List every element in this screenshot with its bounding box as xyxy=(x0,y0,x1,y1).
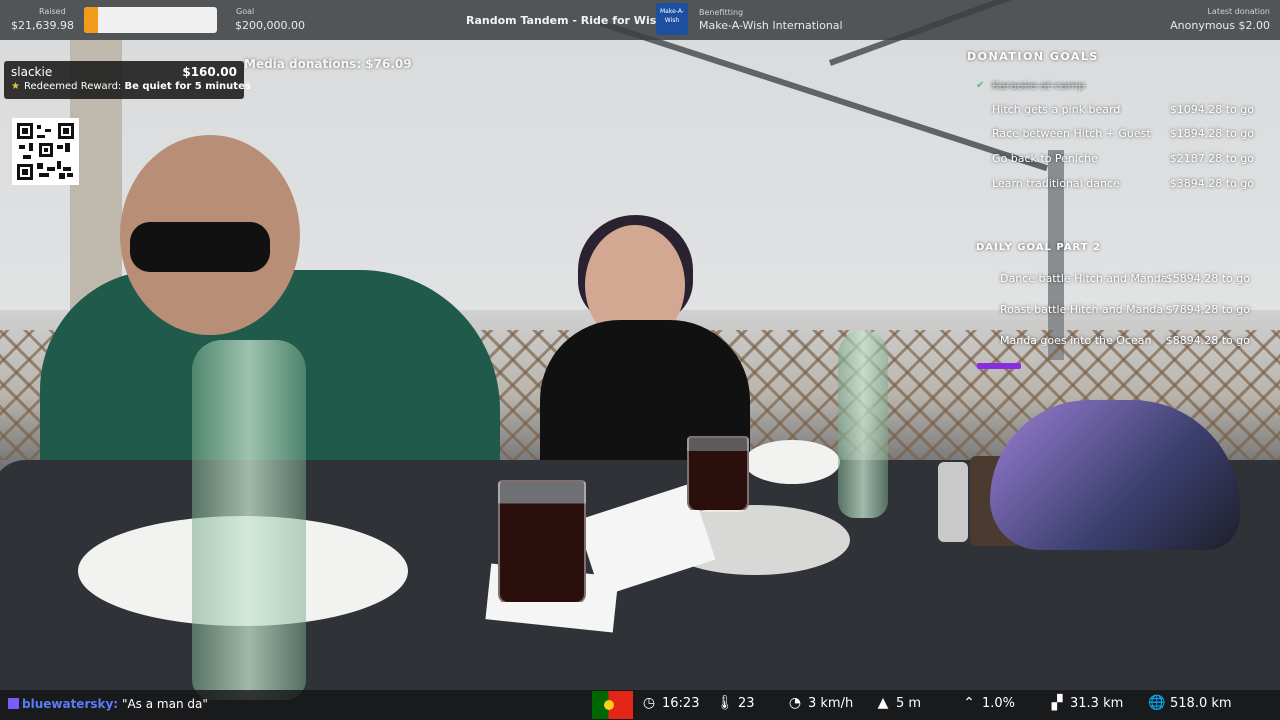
goal-label: Goal xyxy=(236,7,255,16)
goal-item-completed: Karaoke at camp xyxy=(992,79,1086,92)
goal-amount: $7894.28 to go xyxy=(1165,303,1250,316)
daily-goal-item: Dance battle Hitch and Manda $5894.28 to … xyxy=(1000,272,1250,285)
sunglasses xyxy=(130,222,270,272)
goal-label: Hitch gets a pink beard xyxy=(992,103,1121,116)
progress-fill xyxy=(84,7,99,33)
plate xyxy=(744,440,840,484)
bottle xyxy=(838,330,888,518)
benefitting-value: Make-A-Wish International xyxy=(699,19,843,32)
goal-label: Go back to Peniche xyxy=(992,152,1098,165)
cola-glass xyxy=(498,480,586,604)
daily-goal-item: Manda goes into the Ocean $8894.28 to go xyxy=(1000,334,1250,347)
speed-value: 3 km/h xyxy=(808,696,854,711)
incline-stat: ⌃ 1.0% xyxy=(960,695,1015,715)
reward-amount: $160.00 xyxy=(182,65,237,79)
goal-label: Roast battle Hitch and Manda xyxy=(1000,303,1164,316)
cola-glass xyxy=(687,436,749,512)
daily-goal-title: DAILY GOAL PART 2 xyxy=(976,242,1101,253)
logo-text: Make-A-Wish xyxy=(660,8,684,24)
distance-stat: ▞ 31.3 km xyxy=(1048,695,1124,715)
goal-amount: $1894.28 to go xyxy=(1169,127,1254,140)
salt-shaker xyxy=(938,462,968,542)
reward-notification: slackie $160.00 ★ Redeemed Reward: Be qui… xyxy=(4,61,251,99)
goal-amount: $8894.28 to go xyxy=(1165,334,1250,347)
reward-text: Be quiet for 5 minutes xyxy=(124,81,251,92)
portugal-flag-icon xyxy=(592,691,633,719)
thermometer-icon: 🌡 xyxy=(716,695,734,711)
sub-badge-icon xyxy=(8,698,19,709)
goal-item: Race between Hitch + Guest $1894.28 to go xyxy=(992,127,1254,140)
goal-label: Race between Hitch + Guest xyxy=(992,127,1151,140)
time-value: 16:23 xyxy=(662,696,700,711)
benefitting-label: Benefitting xyxy=(699,8,744,17)
incline-value: 1.0% xyxy=(982,696,1016,711)
speedometer-icon: ◔ xyxy=(788,695,802,711)
stream-title: Random Tandem - Ride for Wishes xyxy=(466,14,679,27)
goal-label: Learn traditional dance xyxy=(992,177,1120,190)
altitude-value: 5 m xyxy=(896,696,922,711)
chat-message: bluewatersky: "As a man da" xyxy=(8,697,208,711)
chat-text: "As a man da" xyxy=(121,697,208,711)
goal-label: Dance battle Hitch and Manda xyxy=(1000,272,1168,285)
road-icon: ▞ xyxy=(1051,695,1063,711)
daily-goal-progress xyxy=(977,363,1021,369)
make-a-wish-logo: Make-A-Wish xyxy=(656,3,688,35)
speed-stat: ◔ 3 km/h xyxy=(786,695,853,715)
latest-donation-value: Anonymous $2.00 xyxy=(1170,19,1270,32)
temperature-stat: 🌡 23 xyxy=(716,695,755,715)
clock-icon: ◷ xyxy=(642,695,656,711)
chat-username: bluewatersky: xyxy=(22,697,119,711)
altitude-stat: ▲ 5 m xyxy=(874,695,921,715)
goal-amount: $1094.28 to go xyxy=(1169,103,1254,116)
time-stat: ◷ 16:23 xyxy=(640,695,700,715)
goal-item: Learn traditional dance $3894.28 to go xyxy=(992,177,1254,190)
mountain-icon: ▲ xyxy=(877,695,889,711)
goal-value: $200,000.00 xyxy=(235,19,305,32)
media-donations: Media donations: $76.09 xyxy=(244,57,412,71)
reward-user: slackie xyxy=(11,65,53,79)
goal-amount: $2187.28 to go xyxy=(1169,152,1254,165)
star-icon: ★ xyxy=(11,81,20,92)
goal-amount: $3894.28 to go xyxy=(1169,177,1254,190)
donation-progress-bar xyxy=(84,7,217,33)
globe-icon: 🌐 xyxy=(1148,695,1166,711)
goal-item: Hitch gets a pink beard $1094.28 to go xyxy=(992,103,1254,116)
donation-goals-title: DONATION GOALS xyxy=(967,50,1099,63)
qr-code xyxy=(12,118,79,185)
reward-line: ★ Redeemed Reward: Be quiet for 5 minutes xyxy=(11,81,251,92)
total-distance-value: 518.0 km xyxy=(1170,696,1232,711)
daily-goal-item: Roast battle Hitch and Manda $7894.28 to … xyxy=(1000,303,1250,316)
chevron-up-icon: ⌃ xyxy=(963,695,975,711)
flag-emblem xyxy=(604,700,614,710)
goal-item: Go back to Peniche $2187.28 to go xyxy=(992,152,1254,165)
reward-prefix: Redeemed Reward: xyxy=(23,81,122,92)
goal-amount: $5894.28 to go xyxy=(1165,272,1250,285)
latest-donation-label: Latest donation xyxy=(1207,7,1270,16)
raised-value: $21,639.98 xyxy=(11,19,74,32)
check-icon: ✔ xyxy=(976,80,985,91)
total-distance-stat: 🌐 518.0 km xyxy=(1148,695,1232,715)
qr-code-icon xyxy=(17,123,74,180)
distance-value: 31.3 km xyxy=(1070,696,1124,711)
goal-label: Manda goes into the Ocean xyxy=(1000,334,1152,347)
raised-label: Raised xyxy=(39,7,66,16)
bottle xyxy=(192,340,306,700)
temperature-value: 23 xyxy=(738,696,755,711)
